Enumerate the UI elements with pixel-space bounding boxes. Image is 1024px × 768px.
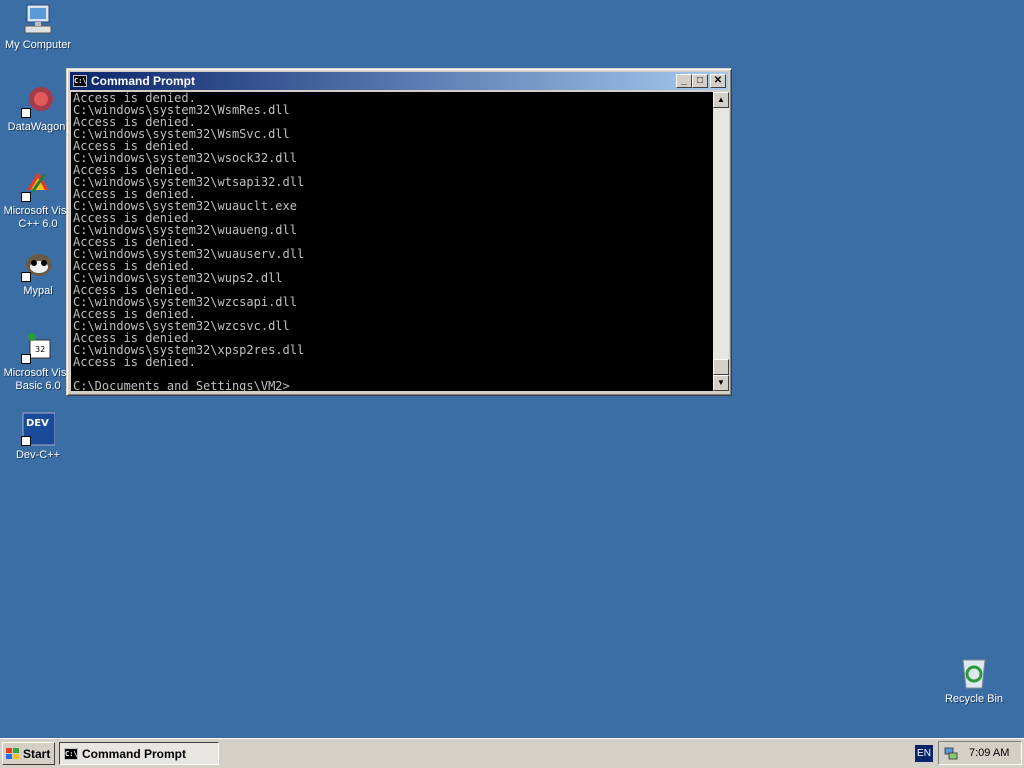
maximize-button[interactable]: □ (692, 74, 708, 88)
window-title: Command Prompt (91, 74, 196, 88)
vertical-scrollbar[interactable]: ▲ ▼ (713, 92, 729, 391)
start-button[interactable]: Start (2, 742, 55, 765)
desktop-icon-label: Mypal (23, 285, 53, 297)
taskbar-item-command-prompt[interactable]: C:\ Command Prompt (59, 742, 219, 765)
console-text: Access is denied. C:\windows\system32\Ws… (73, 92, 305, 391)
shortcut-arrow-icon (21, 436, 31, 446)
desktop-icon-label: Microsoft Visu Basic 6.0 (3, 367, 73, 392)
scroll-thumb[interactable] (713, 359, 729, 375)
desktop-icon-label: Recycle Bin (944, 693, 1004, 705)
system-tray: 7:09 AM (938, 741, 1022, 765)
command-prompt-window[interactable]: C:\ Command Prompt _ □ ✕ Access is denie… (66, 68, 732, 396)
cmd-icon: C:\ (73, 75, 87, 87)
computer-icon (21, 2, 55, 36)
window-controls: _ □ ✕ (676, 74, 726, 88)
shortcut-arrow-icon (21, 108, 31, 118)
desktop-icon-label: My Computer (4, 39, 72, 51)
close-button[interactable]: ✕ (710, 74, 726, 88)
shortcut-arrow-icon (21, 272, 31, 282)
console-output[interactable]: Access is denied. C:\windows\system32\Ws… (71, 92, 713, 391)
desktop-icon-dev-cpp[interactable]: DEV Dev-C++ (0, 412, 76, 462)
visual-cpp-icon (21, 168, 55, 202)
desktop-icon-visual-basic[interactable]: 32 Microsoft Visu Basic 6.0 (0, 330, 76, 393)
windows-logo-icon (6, 747, 20, 760)
datawagon-icon (21, 84, 55, 118)
svg-text:32: 32 (35, 345, 45, 354)
visual-basic-icon: 32 (21, 330, 55, 364)
shortcut-arrow-icon (21, 192, 31, 202)
recycle-bin-icon (957, 656, 991, 690)
svg-text:DEV: DEV (26, 418, 49, 429)
clock[interactable]: 7:09 AM (969, 747, 1009, 759)
start-label: Start (23, 746, 51, 761)
taskbar: Start C:\ Command Prompt (0, 738, 1024, 768)
network-icon[interactable] (944, 746, 958, 760)
desktop-icon-my-computer[interactable]: My Computer (0, 2, 76, 52)
cmd-icon: C:\ (64, 747, 78, 760)
window-titlebar[interactable]: C:\ Command Prompt _ □ ✕ (70, 72, 728, 90)
scroll-up-button[interactable]: ▲ (713, 92, 729, 108)
scroll-down-button[interactable]: ▼ (713, 375, 729, 391)
desktop-icon-visual-cpp[interactable]: Microsoft Visu C++ 6.0 (0, 168, 76, 231)
desktop-icon-datawagon[interactable]: DataWagon. (0, 84, 76, 134)
minimize-button[interactable]: _ (676, 74, 692, 88)
taskbar-item-label: Command Prompt (82, 746, 187, 761)
desktop-icon-label: Microsoft Visu C++ 6.0 (3, 205, 73, 230)
shortcut-arrow-icon (21, 354, 31, 364)
language-indicator[interactable]: EN (915, 745, 933, 762)
desktop-icon-mypal[interactable]: Mypal (0, 248, 76, 298)
desktop-icon-label: Dev-C++ (15, 449, 61, 461)
mypal-icon (21, 248, 55, 282)
desktop-icon-recycle-bin[interactable]: Recycle Bin (936, 656, 1012, 706)
dev-cpp-icon: DEV (21, 412, 56, 446)
desktop-icon-label: DataWagon. (7, 121, 69, 133)
